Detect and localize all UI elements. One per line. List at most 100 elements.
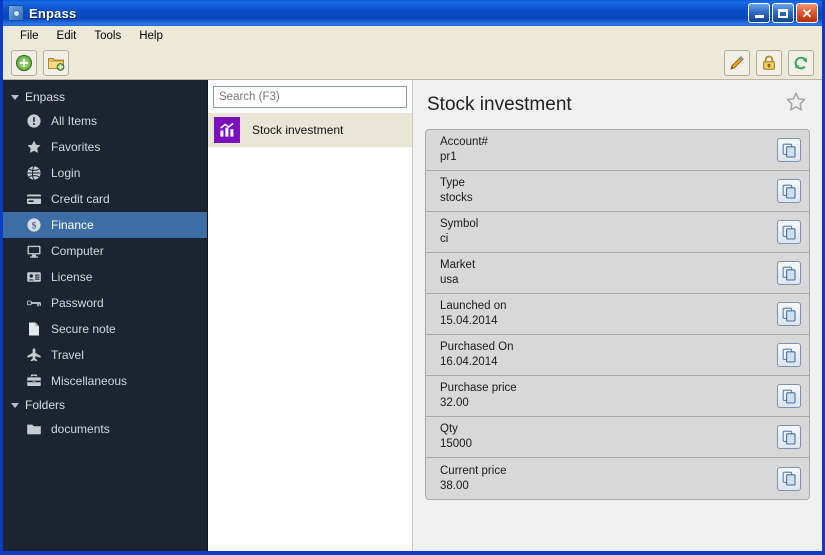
add-item-button[interactable] xyxy=(11,49,37,76)
main-body: Enpass All Items Favorites Login Credit … xyxy=(3,80,822,551)
field-texts: Market usa xyxy=(440,258,475,288)
copy-icon xyxy=(782,389,796,404)
sidebar-item-label: Credit card xyxy=(51,192,110,206)
menu-file[interactable]: File xyxy=(11,28,48,44)
folder-add-icon xyxy=(48,57,65,71)
copy-icon xyxy=(782,225,796,240)
field-value: 15000 xyxy=(440,438,472,450)
copy-button[interactable] xyxy=(777,179,801,203)
copy-button[interactable] xyxy=(777,261,801,285)
search-input[interactable] xyxy=(213,86,407,108)
copy-button[interactable] xyxy=(777,220,801,244)
sidebar-group-folders[interactable]: Folders xyxy=(3,394,207,416)
table-row: Symbol ci xyxy=(426,212,809,253)
copy-icon xyxy=(782,266,796,281)
field-texts: Current price 38.00 xyxy=(440,464,506,494)
favorite-toggle[interactable] xyxy=(784,90,808,119)
maximize-button[interactable] xyxy=(772,3,794,23)
table-row: Account# pr1 xyxy=(426,130,809,171)
sync-button[interactable] xyxy=(788,49,814,76)
copy-button[interactable] xyxy=(777,302,801,326)
sidebar-item-label: documents xyxy=(51,422,110,436)
sidebar-item-label: All Items xyxy=(51,114,98,128)
field-value: stocks xyxy=(440,192,473,204)
sidebar-item-travel[interactable]: Travel xyxy=(3,342,207,368)
field-texts: Purchase price 32.00 xyxy=(440,381,517,411)
copy-button[interactable] xyxy=(777,343,801,367)
sidebar-group-enpass[interactable]: Enpass xyxy=(3,86,207,108)
field-texts: Purchased On 16.04.2014 xyxy=(440,340,514,370)
sidebar-item-license[interactable]: License xyxy=(3,264,207,290)
list-item[interactable]: Stock investment xyxy=(208,113,412,147)
field-label: Launched on xyxy=(440,300,507,312)
sidebar-item-favorites[interactable]: Favorites xyxy=(3,134,207,160)
plus-circle-icon xyxy=(15,54,33,71)
table-row: Launched on 15.04.2014 xyxy=(426,294,809,335)
add-folder-button[interactable] xyxy=(43,49,69,76)
copy-icon xyxy=(782,430,796,445)
field-value: 16.04.2014 xyxy=(440,356,498,368)
globe-icon xyxy=(25,164,43,182)
briefcase-icon xyxy=(25,372,43,390)
field-texts: Launched on 15.04.2014 xyxy=(440,299,507,329)
field-value: 32.00 xyxy=(440,397,469,409)
copy-icon xyxy=(782,471,796,486)
sidebar-item-label: Computer xyxy=(51,244,104,258)
copy-button[interactable] xyxy=(777,384,801,408)
chevron-down-icon xyxy=(11,402,19,408)
sidebar-item-all-items[interactable]: All Items xyxy=(3,108,207,134)
sidebar-item-credit-card[interactable]: Credit card xyxy=(3,186,207,212)
lock-button[interactable] xyxy=(756,49,782,76)
window-controls: ✕ xyxy=(748,3,820,23)
sidebar-item-label: Login xyxy=(51,166,81,180)
sidebar-item-documents[interactable]: documents xyxy=(3,416,207,442)
pencil-icon xyxy=(730,55,744,70)
field-texts: Account# pr1 xyxy=(440,135,488,165)
app-icon xyxy=(8,5,24,21)
table-row: Purchase price 32.00 xyxy=(426,376,809,417)
table-row: Qty 15000 xyxy=(426,417,809,458)
sidebar-item-miscellaneous[interactable]: Miscellaneous xyxy=(3,368,207,394)
field-label: Current price xyxy=(440,464,507,477)
sidebar-item-finance[interactable]: $ Finance xyxy=(3,212,207,238)
toolbar-right-group xyxy=(718,49,814,76)
table-row: Market usa xyxy=(426,253,809,294)
minimize-icon xyxy=(754,15,764,18)
title-bar: Enpass ✕ xyxy=(3,0,822,26)
field-label: Purchase price xyxy=(440,382,517,394)
sidebar-item-password[interactable]: Password xyxy=(3,290,207,316)
sidebar-item-label: Finance xyxy=(51,218,94,232)
sidebar-item-label: Secure note xyxy=(51,322,116,336)
id-card-icon xyxy=(25,268,43,286)
field-label: Account# xyxy=(440,136,488,148)
fields-list: Account# pr1 Type stocks Symbol ci Marke… xyxy=(425,129,810,500)
app-window: Enpass ✕ File Edit Tools Help Enpass All… xyxy=(0,0,825,555)
menu-tools[interactable]: Tools xyxy=(85,28,130,44)
sidebar-item-label: Travel xyxy=(51,348,84,362)
edit-button[interactable] xyxy=(724,49,750,76)
search-container xyxy=(208,86,412,113)
airplane-icon xyxy=(25,346,43,364)
menu-help[interactable]: Help xyxy=(130,28,172,44)
sidebar-item-label: Favorites xyxy=(51,140,101,154)
chart-icon xyxy=(214,117,240,143)
menu-edit[interactable]: Edit xyxy=(48,28,86,44)
close-button[interactable]: ✕ xyxy=(796,3,818,23)
copy-button[interactable] xyxy=(777,466,801,491)
sidebar-item-computer[interactable]: Computer xyxy=(3,238,207,264)
field-label: Type xyxy=(440,177,465,189)
sidebar-item-label: License xyxy=(51,270,93,284)
copy-icon xyxy=(782,143,796,158)
sidebar-item-label: Miscellaneous xyxy=(51,374,128,388)
minimize-button[interactable] xyxy=(748,3,770,23)
list-item-label: Stock investment xyxy=(252,123,344,137)
sidebar-item-login[interactable]: Login xyxy=(3,160,207,186)
sidebar-item-secure-note[interactable]: Secure note xyxy=(3,316,207,342)
copy-button[interactable] xyxy=(777,425,801,449)
field-value: 15.04.2014 xyxy=(440,315,498,327)
info-circle-icon xyxy=(25,112,43,130)
note-icon xyxy=(25,320,43,338)
field-value: pr1 xyxy=(440,151,457,163)
copy-button[interactable] xyxy=(777,138,801,162)
detail-panel: Stock investment Account# pr1 Type stock… xyxy=(413,80,822,551)
